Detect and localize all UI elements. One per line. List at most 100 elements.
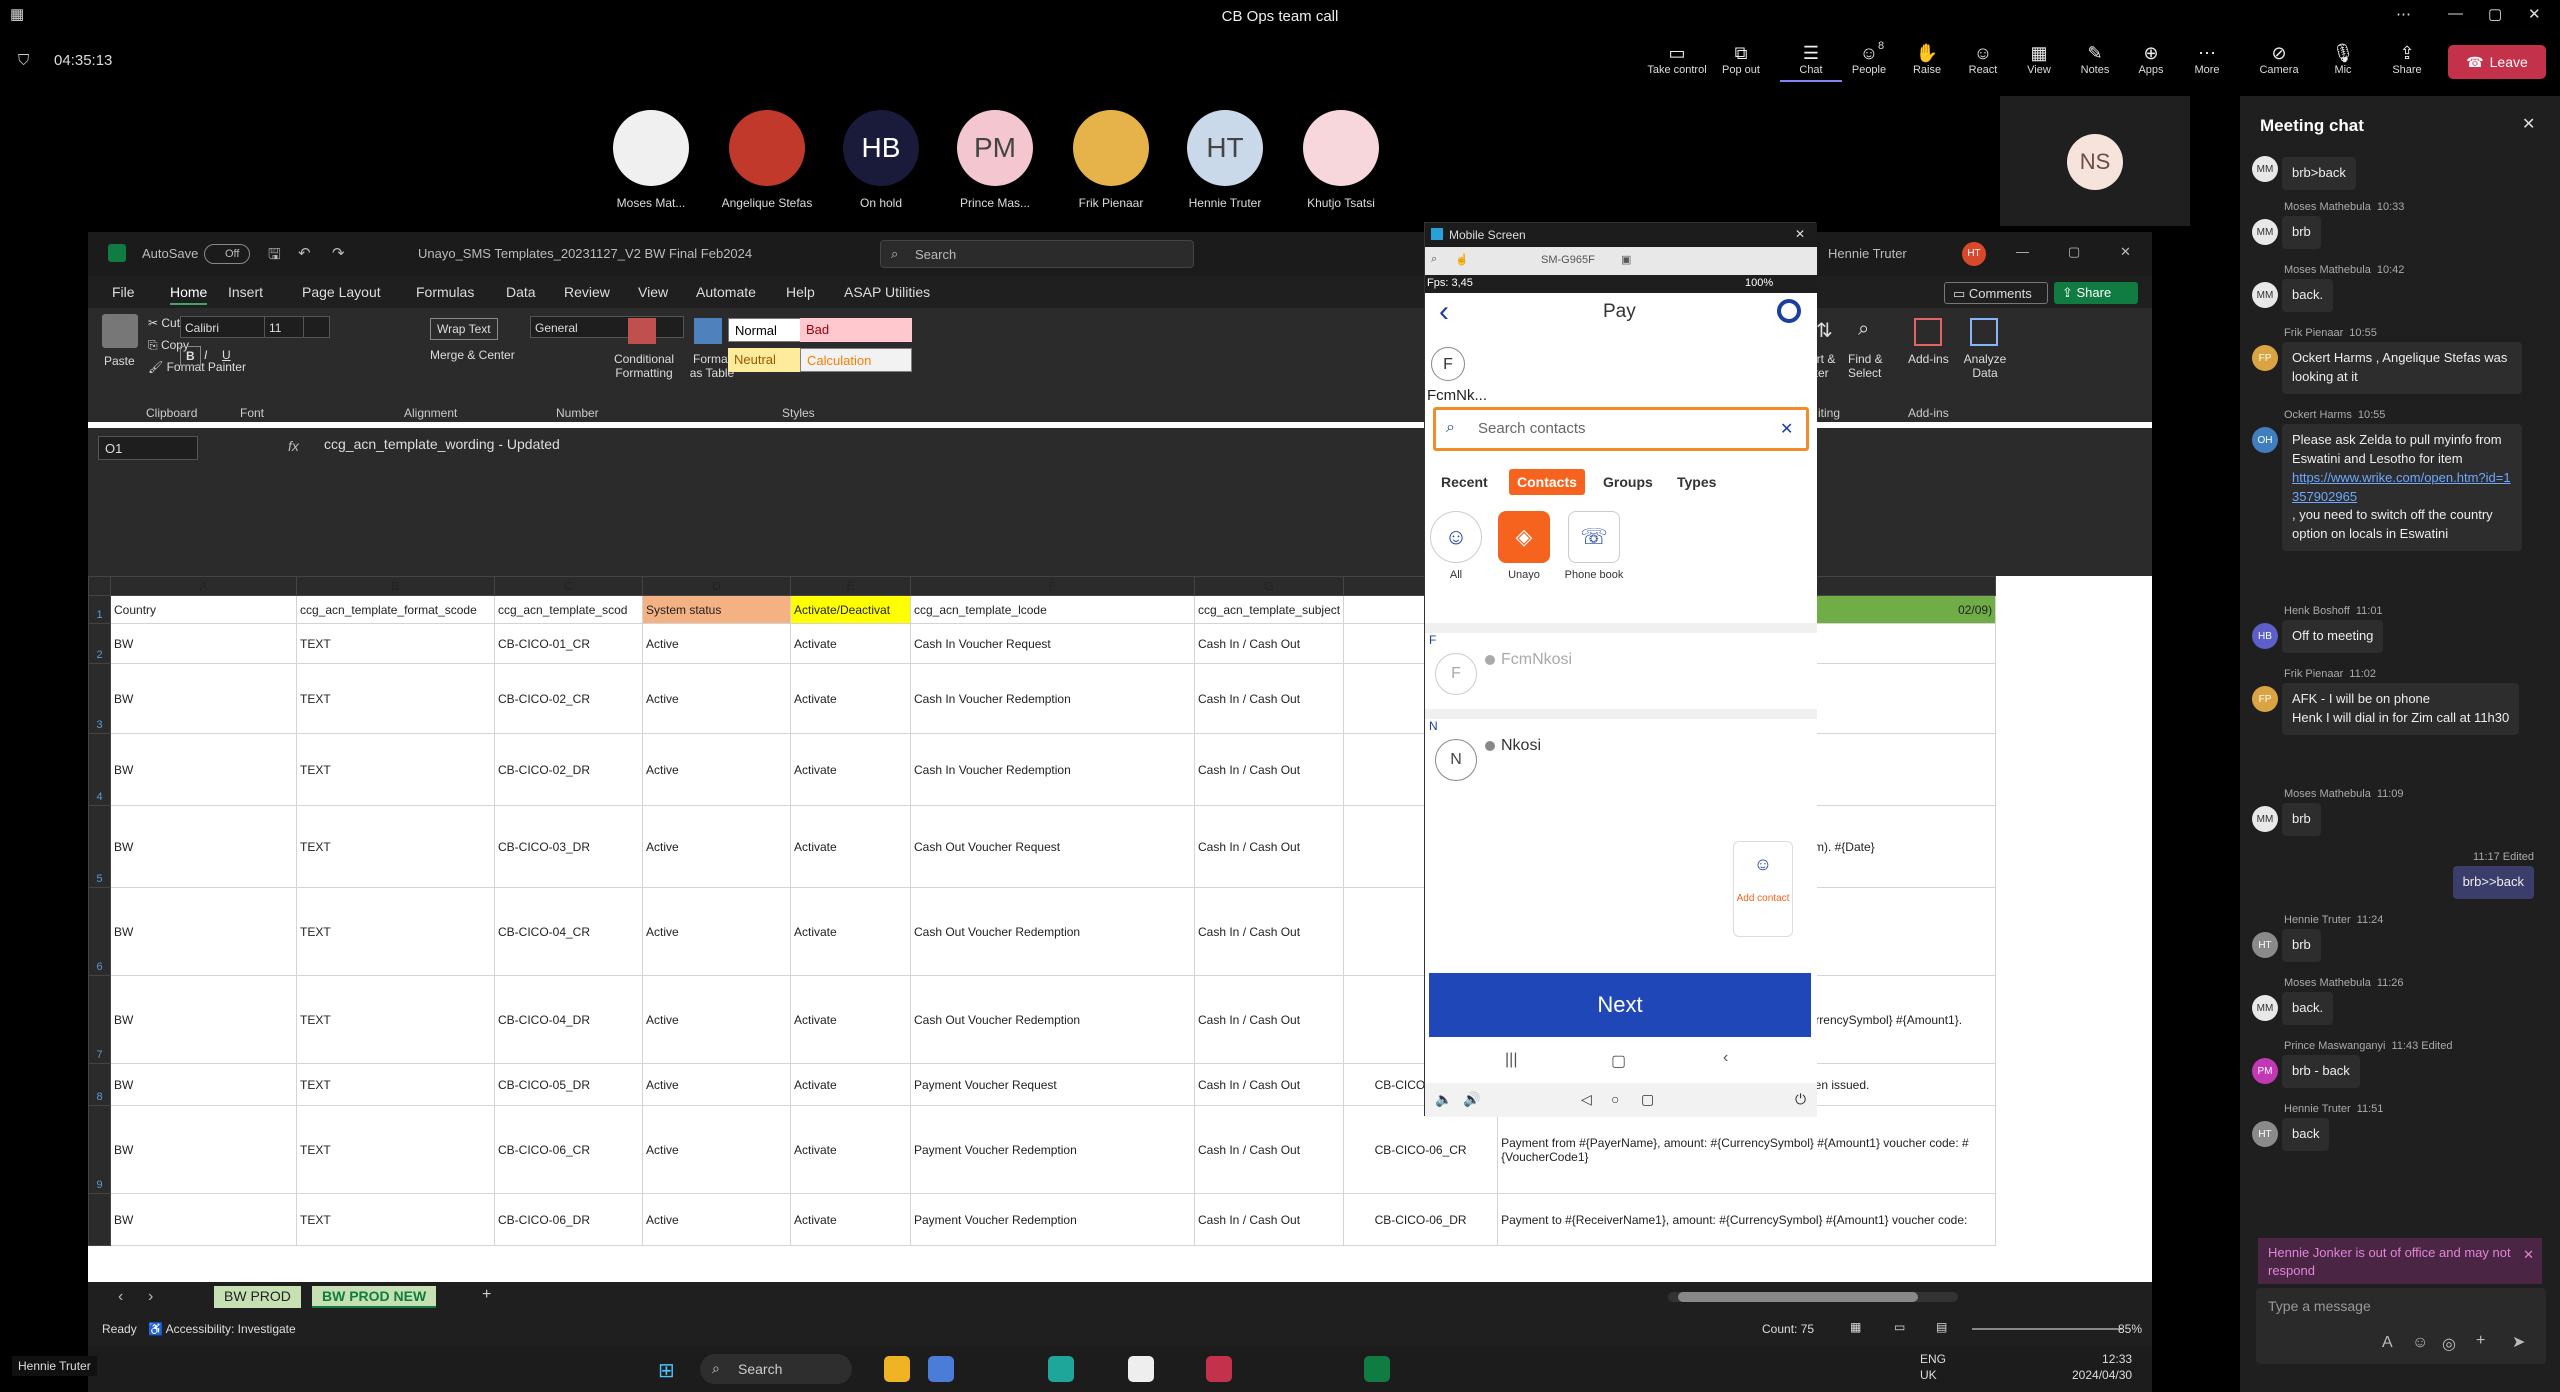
tab-bw-prod[interactable]: BW PROD <box>214 1286 301 1308</box>
tab-file[interactable]: File <box>112 284 135 300</box>
chat-message[interactable]: Ockert Harms 10:55 OH Please ask Zelda to p… <box>2252 409 2548 552</box>
emoji-icon[interactable]: ☺ <box>2412 1334 2428 1352</box>
table-cell[interactable]: Cash In / Cash Out <box>1193 805 1345 888</box>
function-icon[interactable]: fx <box>288 438 299 454</box>
toolbar-chat-button[interactable]: ☰ Chat <box>1780 42 1842 82</box>
normal-view-icon[interactable]: ▦ <box>1850 1320 1861 1334</box>
table-cell[interactable]: Cash Out Voucher Request <box>910 805 1195 888</box>
add-contact-button[interactable]: ☺ Add contact <box>1733 841 1793 937</box>
spreadsheet-grid[interactable]: ABCDEFGL1Countryccg_acn_template_format_… <box>88 576 2152 1282</box>
tab-recent[interactable]: Recent <box>1433 469 1496 495</box>
home-icon[interactable]: ▢ <box>1611 1051 1626 1071</box>
language-indicator[interactable]: ENG UK <box>1920 1352 1946 1383</box>
windows-start-icon[interactable]: ⊞ <box>658 1358 675 1383</box>
file-name[interactable]: Unayo_SMS Templates_20231127_V2 BW Final… <box>418 246 752 261</box>
table-cell[interactable]: TEXT <box>296 887 495 976</box>
zoom-level[interactable]: 85% <box>2118 1322 2142 1336</box>
chat-message[interactable]: Frik Pienaar 10:55 FP Ockert Harms , Angeli… <box>2252 327 2548 394</box>
table-cell[interactable]: Activate <box>790 663 911 734</box>
column-header[interactable]: F <box>910 576 1195 596</box>
page-break-icon[interactable]: ▤ <box>1936 1320 1947 1334</box>
table-cell[interactable]: BW <box>110 975 297 1064</box>
table-cell[interactable]: Activate <box>790 975 911 1064</box>
table-cell[interactable]: TEXT <box>296 663 495 734</box>
add-sheet-button[interactable]: + <box>482 1286 491 1304</box>
toolbar-share-button[interactable]: ⇪ Share <box>2376 42 2438 76</box>
table-cell[interactable]: CB-CICO-02_DR <box>494 733 643 806</box>
toolbar-take-control-button[interactable]: ▭ Take control <box>1646 42 1708 76</box>
volume-up-icon[interactable]: 🔊 <box>1463 1091 1480 1108</box>
header-cell[interactable]: Country <box>110 595 297 624</box>
participant-tile[interactable]: Moses Mat... <box>596 110 706 210</box>
table-cell[interactable]: Cash In / Cash Out <box>1193 1193 1345 1246</box>
search-input[interactable]: ⌕ Search <box>880 240 1194 268</box>
tab-groups[interactable]: Groups <box>1595 469 1661 495</box>
column-header[interactable]: G <box>1193 576 1345 596</box>
table-cell[interactable]: Activate <box>790 1105 911 1194</box>
participant-tile[interactable]: HT Hennie Truter <box>1170 110 1280 210</box>
toolbar-camera-button[interactable]: ⊘ Camera <box>2248 42 2310 76</box>
number-format-select[interactable]: General <box>530 316 684 338</box>
participant-tile[interactable]: Khutjo Tsatsi <box>1286 110 1396 210</box>
taskbar-search[interactable]: ⌕ Search <box>700 1354 852 1384</box>
close-window-button[interactable]: ✕ <box>2528 5 2541 23</box>
font-size-select[interactable]: 11 <box>264 316 304 338</box>
cut-button[interactable]: ✂ Cut <box>148 316 180 330</box>
autosave-toggle[interactable]: Off <box>204 244 250 264</box>
share-button[interactable]: ⇪ Share <box>2054 282 2138 304</box>
addins-button[interactable]: Add-ins <box>1908 352 1949 366</box>
toolbar-pop-out-button[interactable]: ⧉ Pop out <box>1710 42 1772 76</box>
paste-icon[interactable] <box>102 314 138 348</box>
overview-icon[interactable]: ▢ <box>1641 1091 1654 1108</box>
clear-icon[interactable]: ✕ <box>1780 419 1793 439</box>
find-select-button[interactable]: Find & Select <box>1848 352 1898 380</box>
formula-input[interactable]: ccg_acn_template_wording - Updated <box>324 436 560 452</box>
table-cell[interactable]: Activate <box>790 733 911 806</box>
table-cell[interactable]: Cash In / Cash Out <box>1193 1063 1345 1106</box>
horizontal-scrollbar[interactable] <box>1668 1292 1958 1302</box>
row-header[interactable]: 9 <box>88 1105 111 1194</box>
tab-formulas[interactable]: Formulas <box>416 284 474 300</box>
table-cell[interactable]: Payment from #{PayerName}, amount: #{Cur… <box>1497 1105 1997 1194</box>
header-cell[interactable]: Activate/Deactivat <box>790 595 911 624</box>
attach-plus-icon[interactable]: + <box>2476 1332 2485 1350</box>
table-cell[interactable]: Cash In / Cash Out <box>1193 975 1345 1064</box>
back-arrow-icon[interactable]: ‹ <box>1439 295 1449 329</box>
table-cell[interactable]: TEXT <box>296 1105 495 1194</box>
table-cell[interactable]: Activate <box>790 1063 911 1106</box>
search-contacts-input[interactable]: ⌕ Search contacts ✕ <box>1433 407 1809 451</box>
close-window-button[interactable]: ✕ <box>2120 244 2131 260</box>
table-cell[interactable]: TEXT <box>296 975 495 1064</box>
table-cell[interactable]: Payment Voucher Redemption <box>910 1193 1195 1246</box>
table-cell[interactable]: Active <box>642 975 791 1064</box>
toolbar-apps-button[interactable]: ⊕ Apps <box>2120 42 2182 76</box>
account-avatar[interactable]: F <box>1431 347 1465 381</box>
home-icon[interactable]: ○ <box>1611 1091 1619 1107</box>
tab-contacts[interactable]: Contacts <box>1509 469 1585 495</box>
filter-phone-book[interactable]: ☏ Phone book <box>1563 511 1625 581</box>
table-cell[interactable]: CB-CICO-06_DR <box>494 1193 643 1246</box>
table-cell[interactable]: CB-CICO-03_DR <box>494 805 643 888</box>
chat-message[interactable]: 11:17 Edited brb>>back <box>2252 851 2548 899</box>
table-cell[interactable]: Cash In Voucher Redemption <box>910 663 1195 734</box>
table-cell[interactable]: Active <box>642 663 791 734</box>
chevron-left-icon[interactable]: ‹ <box>118 1288 123 1306</box>
tab-automate[interactable]: Automate <box>696 284 756 300</box>
scrollbar-thumb[interactable] <box>1678 1292 1918 1302</box>
contact-row[interactable]: N Nkosi <box>1425 729 1817 789</box>
tab-view[interactable]: View <box>638 284 668 300</box>
header-cell[interactable]: ccg_acn_template_subject <box>1193 595 1345 624</box>
table-cell[interactable]: Cash In Voucher Request <box>910 623 1195 664</box>
redo-icon[interactable]: ↷ <box>332 244 345 262</box>
leave-button[interactable]: ☎ Leave <box>2448 45 2546 79</box>
paste-button[interactable]: Paste <box>104 354 135 368</box>
chevron-right-icon[interactable]: › <box>148 1288 153 1306</box>
file-explorer-icon[interactable] <box>884 1356 910 1382</box>
table-cell[interactable]: Cash In / Cash Out <box>1193 623 1345 664</box>
style-calculation[interactable]: Calculation <box>800 348 912 372</box>
chat-message[interactable]: Moses Mathebula 10:42 MM back. <box>2252 264 2548 312</box>
chat-message[interactable]: Moses Mathebula 11:09 MM brb <box>2252 788 2548 836</box>
toolbar-notes-button[interactable]: ✎ Notes <box>2064 42 2126 76</box>
table-cell[interactable]: Cash In / Cash Out <box>1193 663 1345 734</box>
select-all-corner[interactable] <box>88 576 111 596</box>
